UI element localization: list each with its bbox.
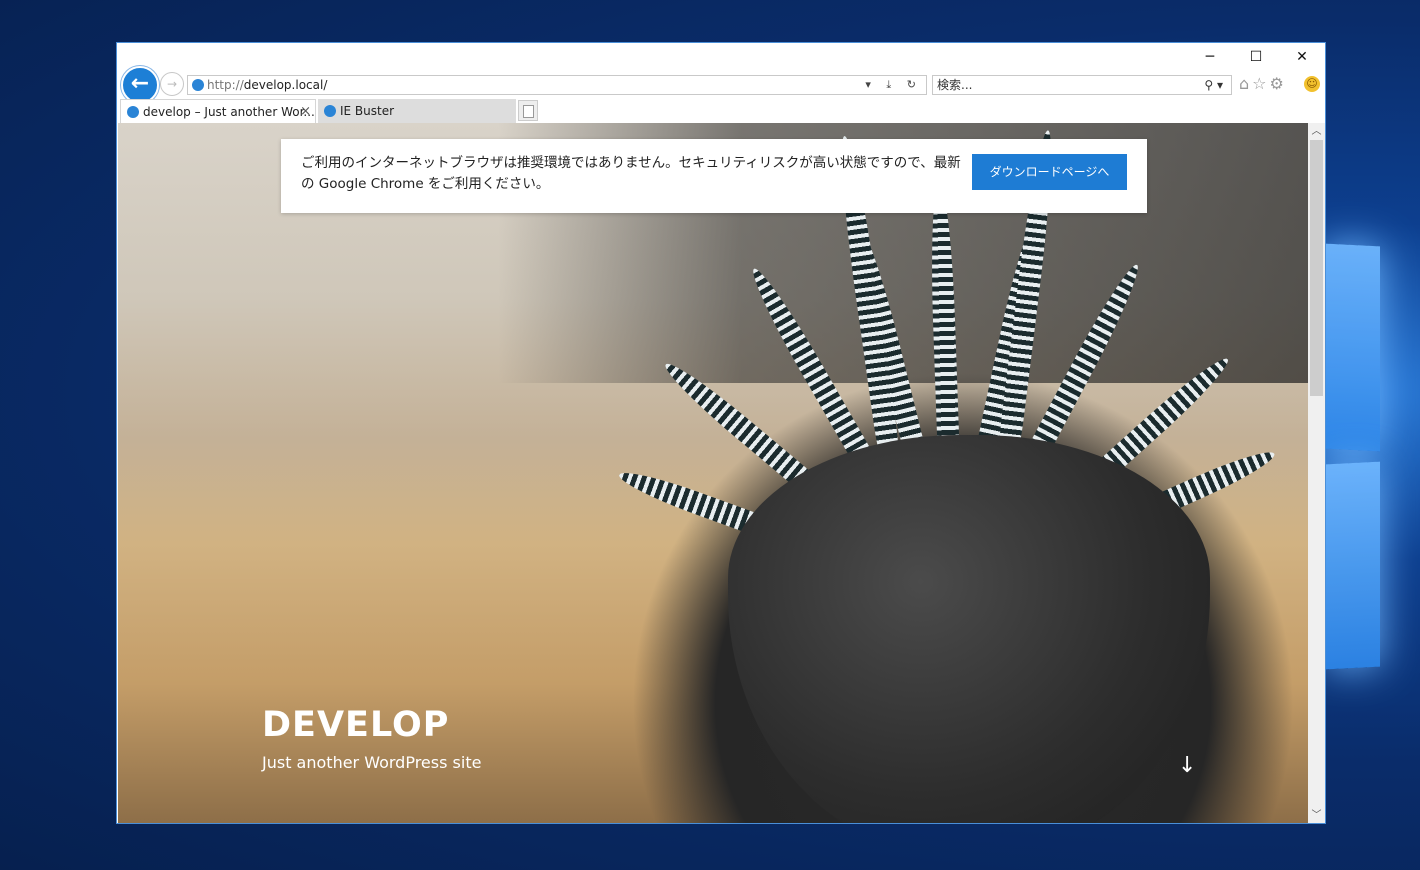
tab-bar: develop – Just another Wor... × IE Buste… [117,99,1325,123]
search-box[interactable]: 検索... ⚲ ▾ [932,75,1232,95]
maximize-button[interactable]: ☐ [1233,43,1279,71]
site-description: Just another WordPress site [262,753,482,772]
plant-pot [728,435,1210,823]
search-icon[interactable]: ⚲ ▾ [1204,76,1223,94]
tab-label: develop – Just another Wor... [143,105,315,119]
scroll-down-icon[interactable]: ﹀ [1308,807,1325,823]
url-protocol: http:// [207,78,244,92]
forward-button[interactable]: → [160,72,184,96]
download-page-button[interactable]: ダウンロードページへ [972,154,1127,190]
minimize-button[interactable]: ─ [1187,43,1233,71]
vertical-scrollbar[interactable]: ︿ ﹀ [1308,123,1325,823]
notice-message: ご利用のインターネットブラウザは推奨環境ではありません。セキュリティリスクが高い… [301,155,961,192]
search-input[interactable]: 検索... [937,76,972,94]
feedback-smiley-icon[interactable]: ☺ [1304,76,1320,92]
page-content: ご利用のインターネットブラウザは推奨環境ではありません。セキュリティリスクが高い… [118,123,1308,823]
navigation-bar: ← → http://develop.local/ ▾ ⤓ ↻ 検索... ⚲ … [117,66,1325,104]
close-tab-icon[interactable]: × [300,100,311,124]
address-url[interactable]: http://develop.local/ [207,76,327,94]
address-bar[interactable]: http://develop.local/ ▾ ⤓ ↻ [187,75,927,95]
url-host: develop.local/ [243,78,328,92]
desktop-windows-logo [1326,243,1386,685]
address-tools-icons[interactable]: ▾ ⤓ ↻ [865,76,922,94]
ie-page-icon [192,79,204,91]
tab-develop[interactable]: develop – Just another Wor... × [120,99,316,123]
home-favorites-tools-icons[interactable]: ⌂☆⚙ [1239,74,1287,93]
browser-window: ─ ☐ ✕ ← → http://develop.local/ ▾ ⤓ ↻ 検索… [116,42,1326,824]
title-bar: ─ ☐ ✕ [117,43,1325,71]
scroll-down-arrow-icon[interactable]: ↓ [1178,753,1196,778]
scroll-thumb[interactable] [1310,140,1323,396]
browser-warning-notice: ご利用のインターネットブラウザは推奨環境ではありません。セキュリティリスクが高い… [281,139,1147,213]
tab-ie-buster[interactable]: IE Buster [318,99,516,123]
ie-tab-icon [127,106,139,118]
close-window-button[interactable]: ✕ [1279,43,1325,71]
site-title[interactable]: DEVELOP [262,705,449,745]
ie-tab-icon [324,105,336,117]
new-tab-button[interactable] [518,100,538,121]
scroll-up-icon[interactable]: ︿ [1308,123,1325,140]
tab-label: IE Buster [340,104,395,118]
